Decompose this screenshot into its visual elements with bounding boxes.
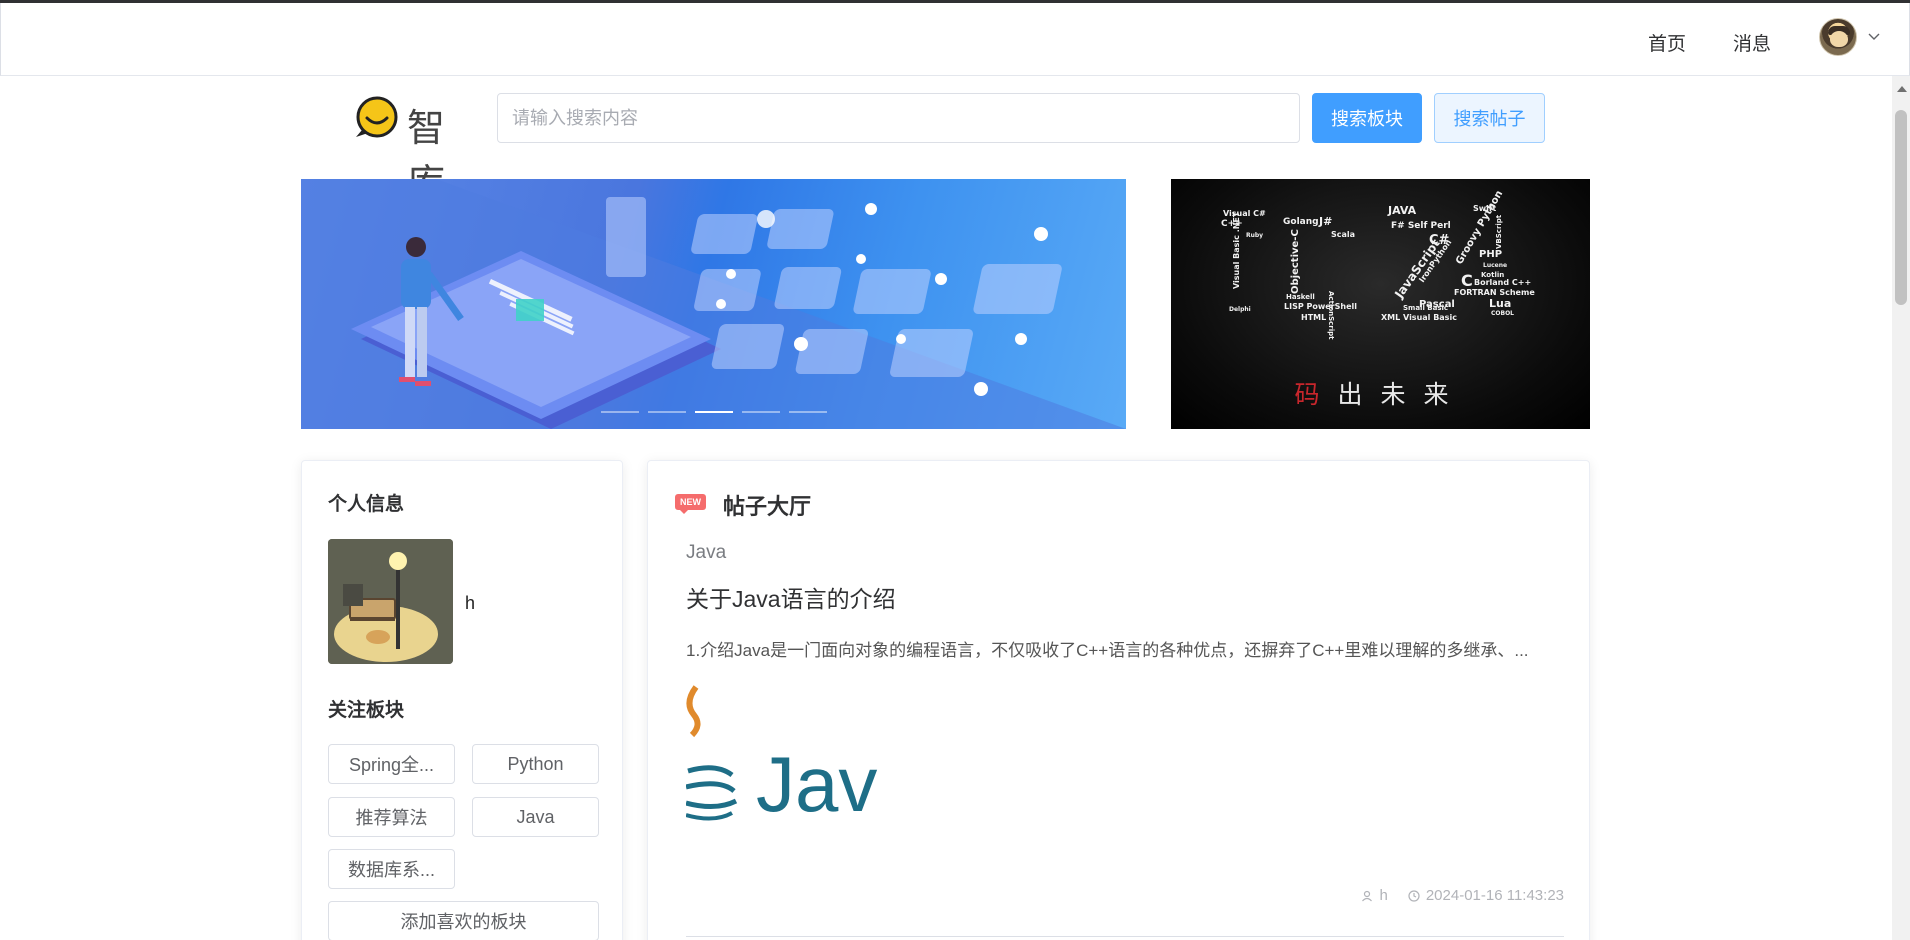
svg-text:LISP PowerShell: LISP PowerShell bbox=[1284, 302, 1357, 311]
svg-text:Lua: Lua bbox=[1489, 297, 1511, 310]
post-author-name: h bbox=[1379, 887, 1388, 904]
side-banner[interactable]: Visual C# C++ Visual Basic .NET Ruby Del… bbox=[1171, 179, 1590, 429]
post-image-text: Jav bbox=[756, 740, 877, 828]
svg-text:XML Visual Basic: XML Visual Basic bbox=[1381, 313, 1457, 322]
add-favorite-board-button[interactable]: 添加喜欢的板块 bbox=[328, 901, 599, 940]
new-badge: NEW bbox=[675, 494, 706, 514]
followed-board-tag[interactable]: 数据库系... bbox=[328, 849, 455, 889]
scroll-up-arrow-icon[interactable] bbox=[1897, 86, 1907, 92]
svg-text:Delphi: Delphi bbox=[1229, 306, 1251, 313]
carousel-dot[interactable] bbox=[789, 411, 827, 413]
svg-text:Lucene: Lucene bbox=[1483, 262, 1507, 269]
banner-illustration bbox=[301, 179, 1126, 429]
svg-text:Golang: Golang bbox=[1283, 217, 1319, 227]
followed-board-tag[interactable]: Java bbox=[472, 797, 599, 837]
post-hall-title: 帖子大厅 bbox=[723, 494, 812, 519]
profile-username: h bbox=[465, 593, 476, 613]
chevron-down-icon[interactable] bbox=[1867, 29, 1881, 43]
nav-messages-link[interactable]: 消息 bbox=[1733, 29, 1771, 56]
svg-text:F# Self Perl: F# Self Perl bbox=[1391, 221, 1451, 231]
post-time-text: 2024-01-16 11:43:23 bbox=[1425, 887, 1564, 904]
profile-card: 个人信息 h 关注板块 Spring全... Python 推荐算法 Java … bbox=[301, 460, 623, 940]
svg-text:HTML: HTML bbox=[1301, 313, 1326, 322]
svg-text:ActionScript: ActionScript bbox=[1327, 291, 1335, 340]
slogan-rest: 出未来 bbox=[1337, 380, 1467, 409]
svg-text:Ruby: Ruby bbox=[1246, 232, 1263, 239]
user-avatar[interactable] bbox=[1819, 18, 1857, 56]
avatar-face bbox=[1830, 31, 1848, 47]
post-board-name[interactable]: Java bbox=[686, 542, 726, 564]
svg-text:JAVA: JAVA bbox=[1387, 204, 1417, 217]
profile-title: 个人信息 bbox=[328, 494, 405, 515]
svg-text:Objective-C: Objective-C bbox=[1290, 229, 1301, 294]
post-author: h bbox=[1361, 887, 1388, 904]
svg-text:Borland C++: Borland C++ bbox=[1474, 278, 1531, 287]
carousel-dot[interactable] bbox=[742, 411, 780, 413]
post-title[interactable]: 关于Java语言的介绍 bbox=[686, 580, 896, 614]
follow-title: 关注板块 bbox=[328, 700, 405, 721]
post-hall-card: NEW 帖子大厅 Java 关于Java语言的介绍 1.介绍Java是一门面向对… bbox=[647, 460, 1590, 940]
followed-board-tag[interactable]: Spring全... bbox=[328, 744, 455, 784]
smiley-logo-icon bbox=[356, 96, 398, 138]
slogan: 码出未来 bbox=[1171, 375, 1590, 411]
carousel-dot[interactable] bbox=[601, 411, 639, 413]
svg-text:Haskell: Haskell bbox=[1286, 293, 1315, 301]
post-cover-image[interactable]: Jav bbox=[686, 683, 886, 828]
followed-board-tag[interactable]: Python bbox=[472, 744, 599, 784]
carousel-indicators bbox=[601, 411, 827, 413]
svg-text:COBOL: COBOL bbox=[1491, 310, 1514, 317]
svg-text:Scala: Scala bbox=[1331, 230, 1355, 239]
followed-board-tag[interactable]: 推荐算法 bbox=[328, 797, 455, 837]
search-input[interactable] bbox=[497, 93, 1300, 143]
post-description: 1.介绍Java是一门面向对象的编程语言，不仅吸收了C++语言的各种优点，还摒弃… bbox=[686, 641, 1529, 660]
clock-icon bbox=[1408, 889, 1420, 902]
page-scrollbar[interactable] bbox=[1892, 76, 1910, 940]
profile-avatar[interactable] bbox=[328, 539, 453, 664]
svg-text:VBScript: VBScript bbox=[1495, 214, 1503, 249]
site-logo[interactable]: 智库 bbox=[353, 93, 483, 205]
avatar-illustration bbox=[328, 539, 453, 664]
search-board-button[interactable]: 搜索板块 bbox=[1312, 93, 1422, 143]
top-navbar: 首页 消息 bbox=[0, 3, 1910, 76]
search-post-button[interactable]: 搜索帖子 bbox=[1434, 93, 1545, 143]
nav-home-link[interactable]: 首页 bbox=[1648, 29, 1686, 56]
carousel-dot[interactable] bbox=[648, 411, 686, 413]
banner-carousel[interactable] bbox=[301, 179, 1126, 429]
scrollbar-thumb[interactable] bbox=[1895, 110, 1907, 305]
post-divider bbox=[686, 936, 1564, 937]
user-icon bbox=[1362, 890, 1373, 901]
carousel-dot-active[interactable] bbox=[695, 411, 733, 413]
svg-text:J#: J# bbox=[1318, 215, 1332, 228]
java-logo-image: Jav bbox=[686, 685, 877, 828]
post-meta: h 2024-01-16 11:43:23 bbox=[648, 887, 1564, 904]
slogan-highlight: 码 bbox=[1294, 380, 1338, 409]
svg-text:Visual Basic .NET: Visual Basic .NET bbox=[1232, 211, 1241, 289]
svg-text:FORTRAN Scheme: FORTRAN Scheme bbox=[1454, 288, 1535, 297]
svg-text:Visual C#: Visual C# bbox=[1223, 209, 1266, 218]
post-time: 2024-01-16 11:43:23 bbox=[1408, 887, 1564, 904]
svg-text:PHP: PHP bbox=[1479, 249, 1502, 260]
svg-text:Pascal: Pascal bbox=[1419, 299, 1455, 310]
